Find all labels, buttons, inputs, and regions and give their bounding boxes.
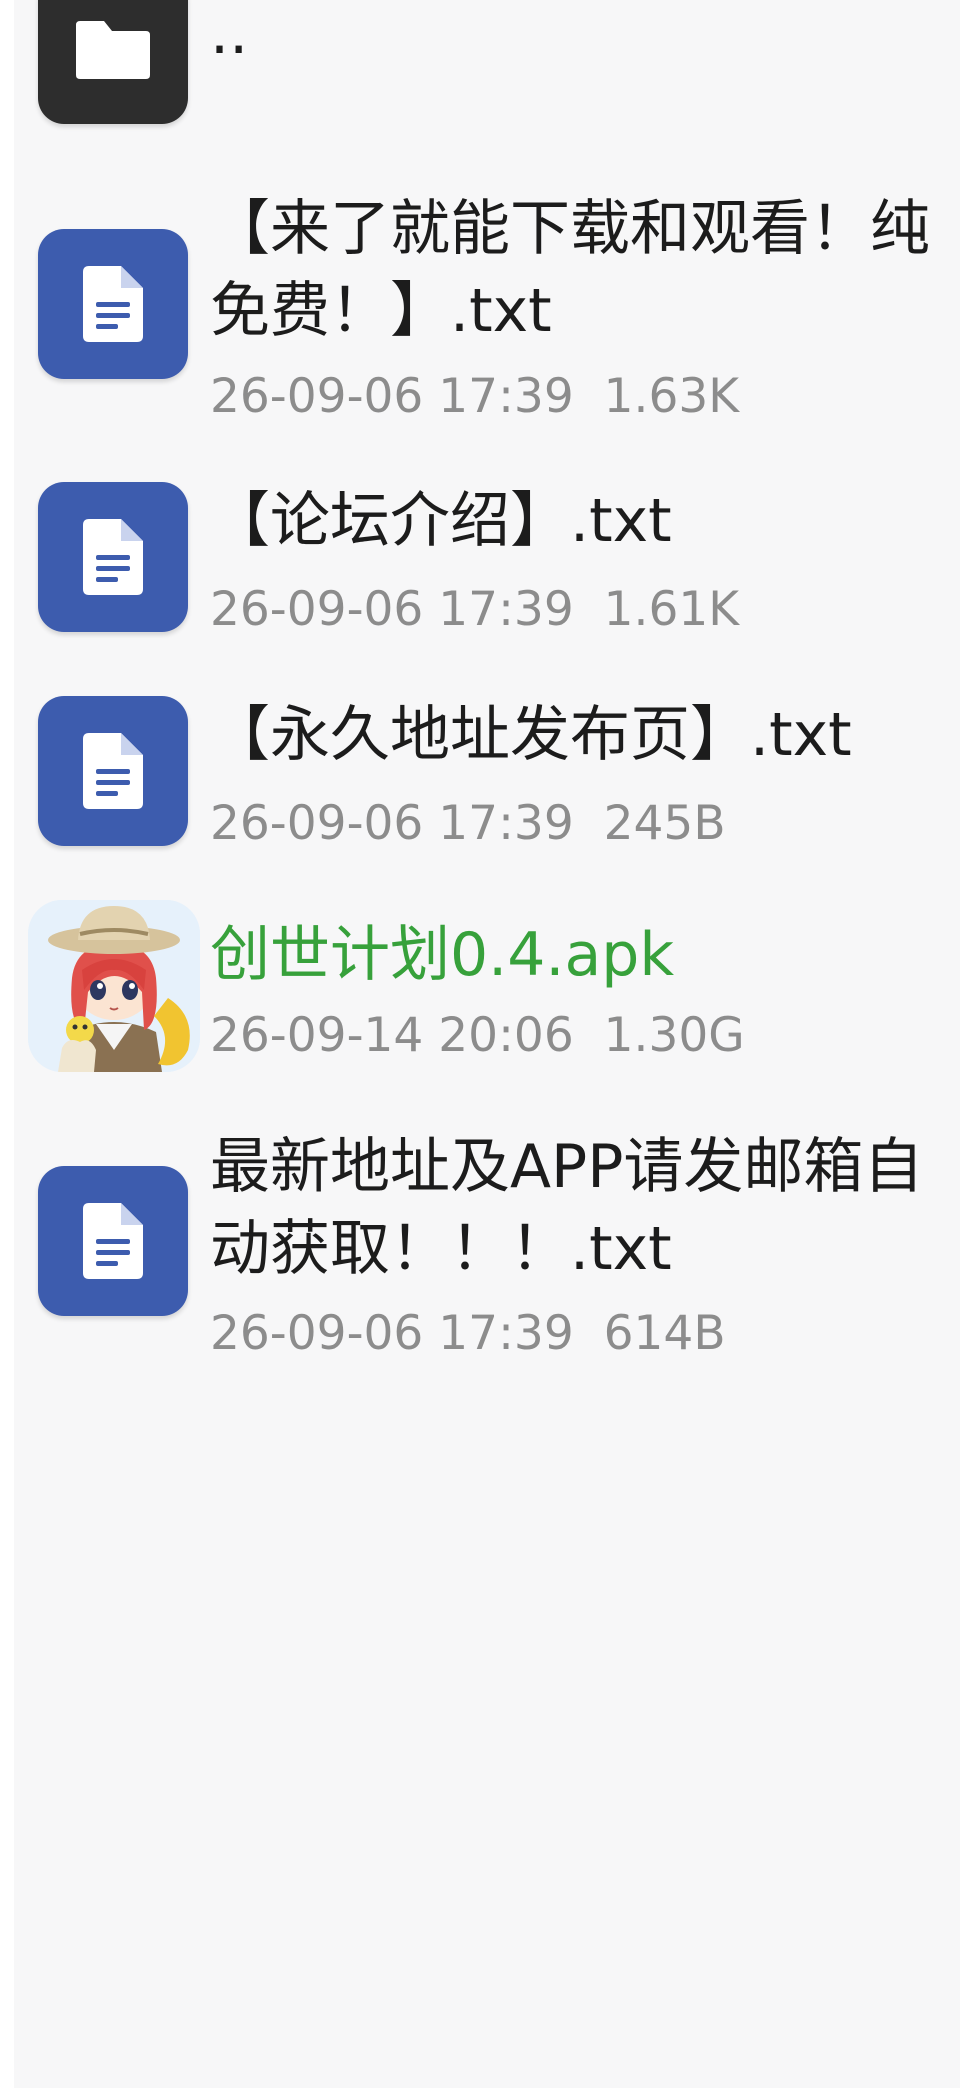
file-size: 245B xyxy=(603,796,726,851)
file-size: 1.30G xyxy=(603,1008,745,1063)
file-meta: 26-09-06 17:39 245B xyxy=(210,794,726,854)
file-meta: 26-09-14 20:06 1.30G xyxy=(210,1006,745,1066)
file-date: 26-09-06 17:39 xyxy=(210,369,574,424)
file-row[interactable]: 最新地址及APP请发邮箱自动获取！！！.txt 26-09-06 17:39 6… xyxy=(14,1126,960,1376)
text-file-icon xyxy=(38,696,188,846)
file-size: 1.61K xyxy=(603,582,740,637)
file-date: 26-09-06 17:39 xyxy=(210,582,574,637)
file-name: 创世计划0.4.apk xyxy=(210,920,675,990)
parent-directory-label: .. xyxy=(210,0,249,68)
file-date: 26-09-06 17:39 xyxy=(210,796,574,851)
file-date: 26-09-14 20:06 xyxy=(210,1008,574,1063)
file-list: .. 【来了就能下载和观看！纯免费！】.txt 26-09-06 17:39 1… xyxy=(14,0,960,2088)
file-row[interactable]: 【永久地址发布页】.txt 26-09-06 17:39 245B xyxy=(14,694,960,864)
file-meta: 26-09-06 17:39 1.61K xyxy=(210,580,739,640)
file-row[interactable]: 【来了就能下载和观看！纯免费！】.txt 26-09-06 17:39 1.63… xyxy=(14,185,960,435)
file-name: 最新地址及APP请发邮箱自动获取！！！.txt xyxy=(210,1132,924,1284)
file-size: 1.63K xyxy=(603,369,740,424)
file-name: 【来了就能下载和观看！纯免费！】.txt xyxy=(210,194,930,346)
file-meta: 26-09-06 17:39 614B xyxy=(210,1304,726,1364)
text-file-icon xyxy=(38,229,188,379)
file-row[interactable]: 【论坛介绍】.txt 26-09-06 17:39 1.61K xyxy=(14,480,960,650)
file-size: 614B xyxy=(603,1306,726,1361)
text-file-icon xyxy=(38,482,188,632)
folder-icon xyxy=(38,0,188,124)
text-file-icon xyxy=(38,1166,188,1316)
parent-directory-row[interactable]: .. xyxy=(14,0,960,125)
app-icon xyxy=(28,900,200,1072)
file-date: 26-09-06 17:39 xyxy=(210,1306,574,1361)
file-meta: 26-09-06 17:39 1.63K xyxy=(210,367,739,427)
file-row[interactable]: 创世计划0.4.apk 26-09-14 20:06 1.30G xyxy=(14,900,960,1080)
file-name: 【永久地址发布页】.txt xyxy=(210,700,852,770)
file-name: 【论坛介绍】.txt xyxy=(210,486,672,556)
